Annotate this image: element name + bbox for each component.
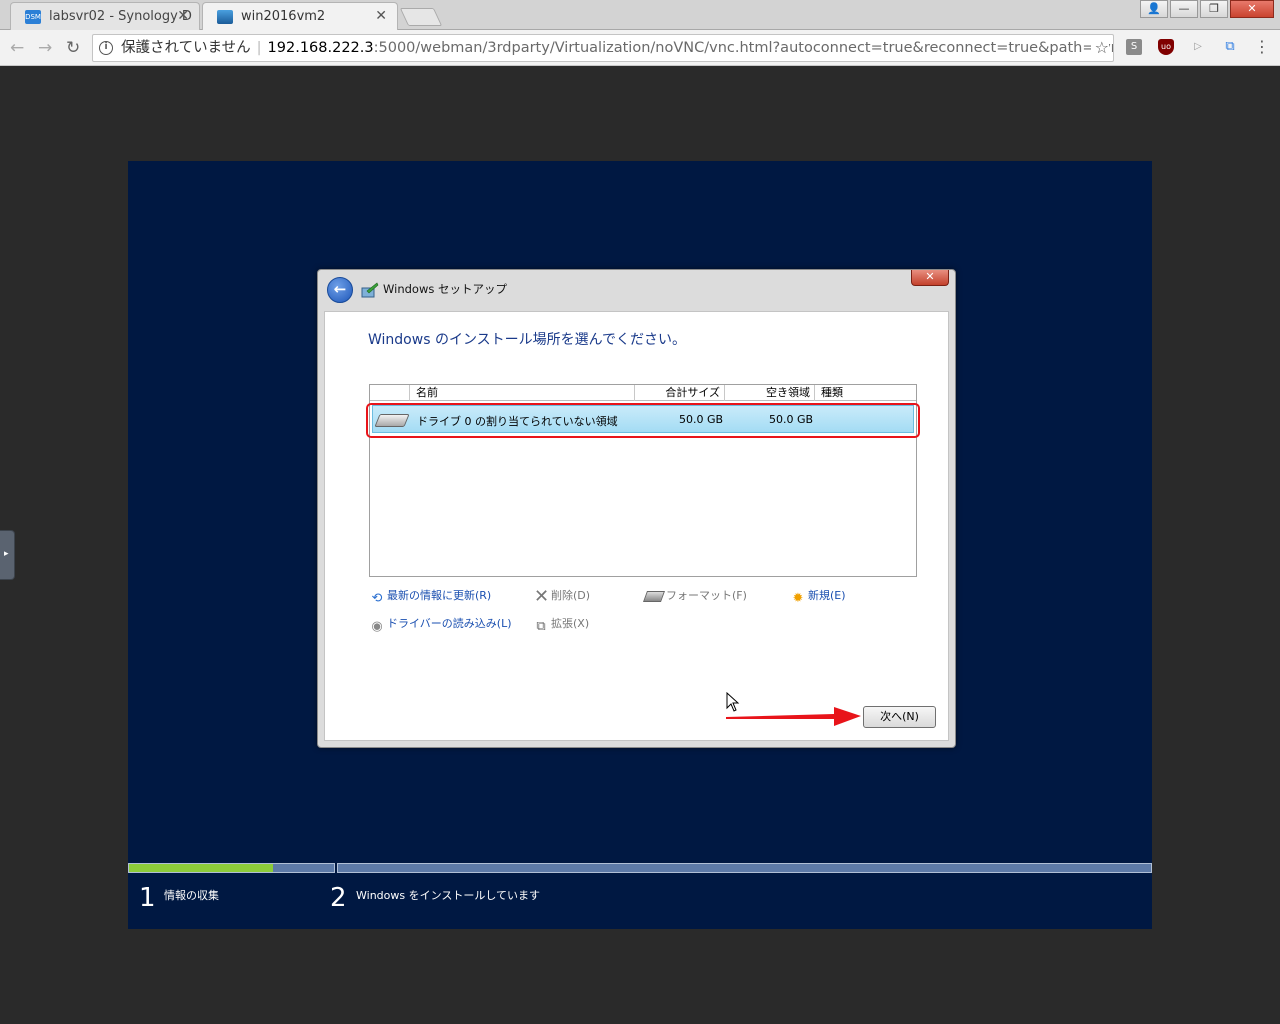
info-icon[interactable]: i: [99, 41, 113, 55]
close-icon[interactable]: ✕: [177, 8, 189, 24]
window-controls: 👤 — ❐ ✕: [1138, 0, 1274, 20]
step-label-1: 情報の収集: [164, 889, 219, 902]
setup-icon: [361, 282, 379, 298]
new-link[interactable]: ✹ 新規(E): [791, 587, 846, 606]
format-label: フォーマット(F): [666, 589, 747, 602]
browser-tab-bar: DSM labsvr02 - Synology D ✕ win2016vm2 ✕…: [0, 0, 1280, 30]
dialog-close-button[interactable]: ✕: [911, 270, 949, 286]
security-status: 保護されていません: [121, 40, 251, 56]
extend-icon: ⧉: [536, 619, 546, 634]
progress-fill-step1: [129, 864, 273, 872]
format-link[interactable]: フォーマット(F): [642, 587, 747, 603]
cd-driver-icon: ◉: [371, 619, 383, 634]
step-number-2: 2: [330, 883, 347, 913]
url-host: 192.168.222.3: [267, 40, 374, 56]
new-tab-button[interactable]: [399, 8, 443, 26]
refresh-icon: ⟲: [371, 591, 383, 606]
annotation-arrow: [726, 707, 861, 726]
new-label: 新規(E): [808, 589, 846, 602]
user-icon[interactable]: 👤: [1140, 0, 1168, 18]
ublock-icon[interactable]: uo: [1158, 39, 1174, 55]
s-extension-icon[interactable]: S: [1126, 39, 1142, 55]
bookmark-star-icon[interactable]: ☆: [1090, 35, 1109, 61]
novnc-control-handle[interactable]: ▸: [0, 530, 15, 580]
tab-win2016vm2[interactable]: win2016vm2 ✕: [202, 2, 398, 30]
list-header: 名前 合計サイズ 空き領域 種類: [370, 385, 916, 401]
refresh-link[interactable]: ⟲ 最新の情報に更新(R): [370, 587, 492, 606]
delete-label: 削除(D): [551, 589, 591, 602]
back-button[interactable]: ←: [10, 38, 24, 58]
column-icon: [370, 385, 410, 401]
progress-bar-step2: [337, 863, 1152, 873]
next-button[interactable]: 次へ(N): [863, 706, 936, 728]
column-name[interactable]: 名前: [410, 385, 635, 401]
windows-setup-dialog: ✕ ← Windows セットアップ Windows のインストール場所を選んで…: [317, 269, 956, 748]
address-separator: |: [256, 40, 262, 56]
page-title: Windows のインストール場所を選んでください。: [368, 332, 686, 348]
minimize-button[interactable]: —: [1170, 0, 1198, 18]
load-driver-label: ドライバーの読み込み(L): [387, 617, 512, 630]
column-free-space[interactable]: 空き領域: [725, 385, 815, 401]
delete-link[interactable]: ✕ 削除(D): [534, 586, 591, 607]
extend-link[interactable]: ⧉ 拡張(X): [534, 615, 589, 634]
new-sparkle-icon: ✹: [792, 591, 804, 606]
close-icon[interactable]: ✕: [375, 8, 387, 24]
dialog-content: Windows のインストール場所を選んでください。 名前 合計サイズ 空き領域…: [324, 311, 949, 741]
pointer-extension-icon[interactable]: ▷: [1190, 39, 1206, 55]
tab-title: win2016vm2: [241, 9, 326, 24]
back-arrow-button[interactable]: ←: [327, 277, 353, 303]
refresh-label: 最新の情報に更新(R): [387, 589, 492, 602]
tab-title: labsvr02 - Synology D: [49, 9, 192, 24]
vm-icon: [217, 10, 233, 24]
restore-button[interactable]: ❐: [1200, 0, 1228, 18]
browser-toolbar: ← → ↻ i 保護されていません | 192.168.222.3:5000/web…: [0, 30, 1280, 66]
extend-label: 拡張(X): [551, 617, 590, 630]
progress-bar-step1: [128, 863, 335, 873]
dsm-icon: DSM: [25, 10, 41, 24]
dialog-title: Windows セットアップ: [383, 282, 507, 296]
tab-synology[interactable]: DSM labsvr02 - Synology D ✕: [10, 2, 200, 30]
step-number-1: 1: [139, 883, 156, 913]
expand-arrow-icon: ▸: [4, 549, 9, 559]
window-close-button[interactable]: ✕: [1230, 0, 1274, 18]
annotation-highlight-box: [366, 403, 920, 438]
menu-icon[interactable]: ⋮: [1254, 39, 1270, 55]
url-path: :5000/webman/3rdparty/Virtualization/noV…: [373, 40, 1114, 56]
address-bar[interactable]: i 保護されていません | 192.168.222.3:5000/webman/3r…: [92, 34, 1114, 62]
format-drive-icon: [642, 591, 666, 602]
forward-button[interactable]: →: [38, 38, 52, 58]
column-type[interactable]: 種類: [815, 385, 916, 401]
column-total-size[interactable]: 合計サイズ: [635, 385, 725, 401]
load-driver-link[interactable]: ◉ ドライバーの読み込み(L): [370, 615, 512, 634]
vnc-screen[interactable]: ✕ ← Windows セットアップ Windows のインストール場所を選んで…: [128, 161, 1152, 929]
reload-button[interactable]: ↻: [66, 38, 80, 58]
delete-x-icon: ✕: [534, 586, 550, 607]
step-label-2: Windows をインストールしています: [356, 889, 541, 902]
window-extension-icon[interactable]: ⧉: [1222, 39, 1238, 55]
